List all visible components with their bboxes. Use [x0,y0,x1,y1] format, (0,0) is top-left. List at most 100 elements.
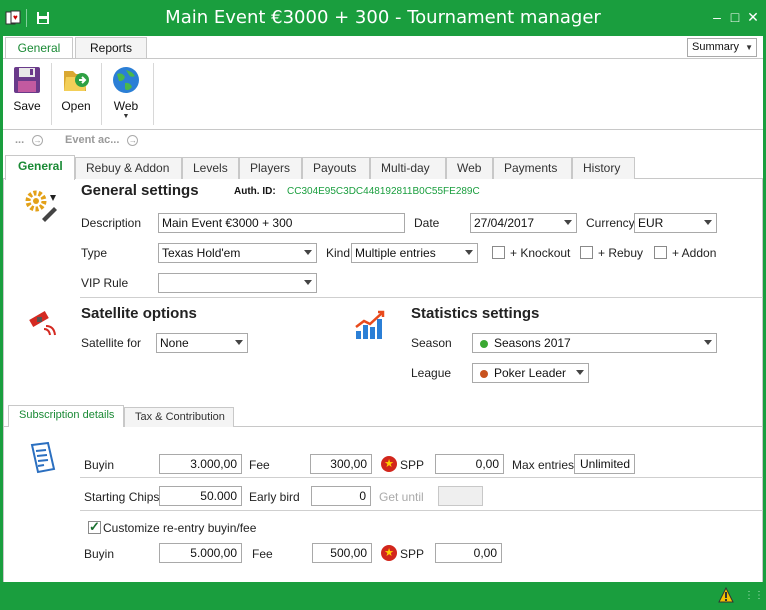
view-select[interactable]: Summary ▼ [687,38,757,57]
reentry-spp-input[interactable]: 0,00 [435,543,502,563]
warning-icon[interactable] [718,587,734,603]
tab-subscription-details[interactable]: Subscription details [8,405,124,427]
type-label: Type [81,246,108,260]
title-bar: ♥ Main Event €3000 + 300 - Tournament ma… [0,0,766,36]
vip-rule-label: VIP Rule [81,276,129,290]
web-button[interactable]: Web ▼ [104,63,148,123]
chevron-down-icon: ▼ [745,43,753,52]
ribbon-separator [101,63,102,125]
vip-rule-select[interactable] [158,273,317,293]
satellite-for-select[interactable]: None [156,333,248,353]
currency-select[interactable]: EUR [634,213,717,233]
reentry-fee-input[interactable]: 500,00 [312,543,372,563]
tab-players[interactable]: Players [239,157,302,179]
tab-tax-contribution[interactable]: Tax & Contribution [124,407,234,427]
status-bar: ⋮⋮ [0,582,766,610]
resize-grip-icon[interactable]: ⋮⋮ [744,590,764,604]
web-dropdown-arrow-icon: ▼ [122,113,130,120]
fee-label: Fee [249,458,270,472]
circle-arrow-icon: → [32,134,44,146]
application-window: ♥ Main Event €3000 + 300 - Tournament ma… [0,0,766,610]
reentry-fee-label: Fee [252,547,273,561]
main-tabs: General Rebuy & Addon Levels Players Pay… [3,155,763,180]
general-settings-title: General settings [81,182,199,199]
tab-payments[interactable]: Payments [493,157,572,179]
starting-chips-input[interactable]: 50.000 [159,486,242,506]
save-button[interactable]: Save [5,63,49,123]
statistics-chart-icon [355,310,385,339]
tab-general[interactable]: General [5,155,75,180]
reentry-spp-label: SPP [400,547,425,561]
fee-input[interactable]: 300,00 [310,454,372,474]
tab-levels[interactable]: Levels [182,157,239,179]
description-label: Description [81,216,142,230]
league-label: League [411,366,452,380]
kind-value: Multiple entries [355,246,436,260]
nav-back-label: ... [15,134,25,146]
satellite-for-label: Satellite for [81,336,142,350]
minimize-button[interactable]: – [708,8,726,26]
satellite-options-title: Satellite options [81,305,197,322]
type-select[interactable]: Texas Hold'em [158,243,317,263]
date-value: 27/04/2017 [474,216,535,230]
folder-open-icon [64,71,89,91]
window-title: Main Event €3000 + 300 - Tournament mana… [165,7,601,28]
kind-select[interactable]: Multiple entries [351,243,478,263]
ribbon-tab-general[interactable]: General [5,37,73,60]
get-until-input[interactable] [438,486,483,506]
league-color-dot [480,369,488,378]
chevron-down-icon [235,340,243,345]
maximize-button[interactable]: □ [726,8,744,26]
tab-web[interactable]: Web [446,157,493,179]
type-value: Texas Hold'em [162,246,241,260]
tab-payouts[interactable]: Payouts [302,157,370,179]
season-select[interactable]: Seasons 2017 [472,333,717,353]
knockout-checkbox[interactable] [492,246,505,259]
date-picker[interactable]: 27/04/2017 [470,213,577,233]
main-area: General Reports Summary ▼ Save Open Web ▼… [3,36,763,582]
date-label: Date [414,216,440,230]
chevron-down-icon [704,340,712,345]
kind-label: Kind [326,246,351,260]
open-label: Open [61,99,91,113]
buyin-input[interactable]: 3.000,00 [159,454,242,474]
spp-star-icon: ★ [381,456,397,472]
close-button[interactable]: ✕ [744,8,762,26]
reentry-buyin-label: Buyin [84,547,115,561]
chevron-down-icon [304,280,312,285]
view-select-value: Summary [692,41,740,53]
season-label: Season [411,336,452,350]
addon-checkbox[interactable] [654,246,667,259]
early-bird-input[interactable]: 0 [311,486,371,506]
tab-history[interactable]: History [572,157,635,179]
chevron-down-icon [304,250,312,255]
knockout-label: + Knockout [510,246,571,260]
circle-arrow-icon: → [127,134,139,146]
nav-event[interactable]: Event ac... → [65,134,139,146]
nav-back[interactable]: ... → [15,134,44,146]
reentry-buyin-input[interactable]: 5.000,00 [159,543,242,563]
chevron-down-icon [465,250,473,255]
customize-reentry-checkbox[interactable] [88,519,101,535]
settings-tools-icon [25,190,57,222]
spp-star-icon: ★ [381,545,397,561]
tab-rebuy-addon[interactable]: Rebuy & Addon [75,157,182,179]
league-select[interactable]: Poker Leader [472,363,589,383]
tab-multi-day[interactable]: Multi-day [370,157,446,179]
description-input[interactable]: Main Event €3000 + 300 [158,213,405,233]
open-button[interactable]: Open [54,63,98,123]
get-until-label: Get until [379,490,424,504]
spp-input[interactable]: 0,00 [435,454,504,474]
rebuy-checkbox[interactable] [580,246,593,259]
max-entries-input[interactable]: Unlimited [574,454,635,474]
ribbon-tab-reports[interactable]: Reports [75,37,147,59]
ribbon-separator [153,63,154,125]
max-entries-label: Max entries [512,458,575,472]
chevron-down-icon [576,370,584,375]
chevron-down-icon [564,220,572,225]
chevron-down-icon [704,220,712,225]
divider [80,510,763,511]
league-value: Poker Leader [494,366,567,380]
nav-event-label: Event ac... [65,134,120,146]
buyin-label: Buyin [84,458,115,472]
